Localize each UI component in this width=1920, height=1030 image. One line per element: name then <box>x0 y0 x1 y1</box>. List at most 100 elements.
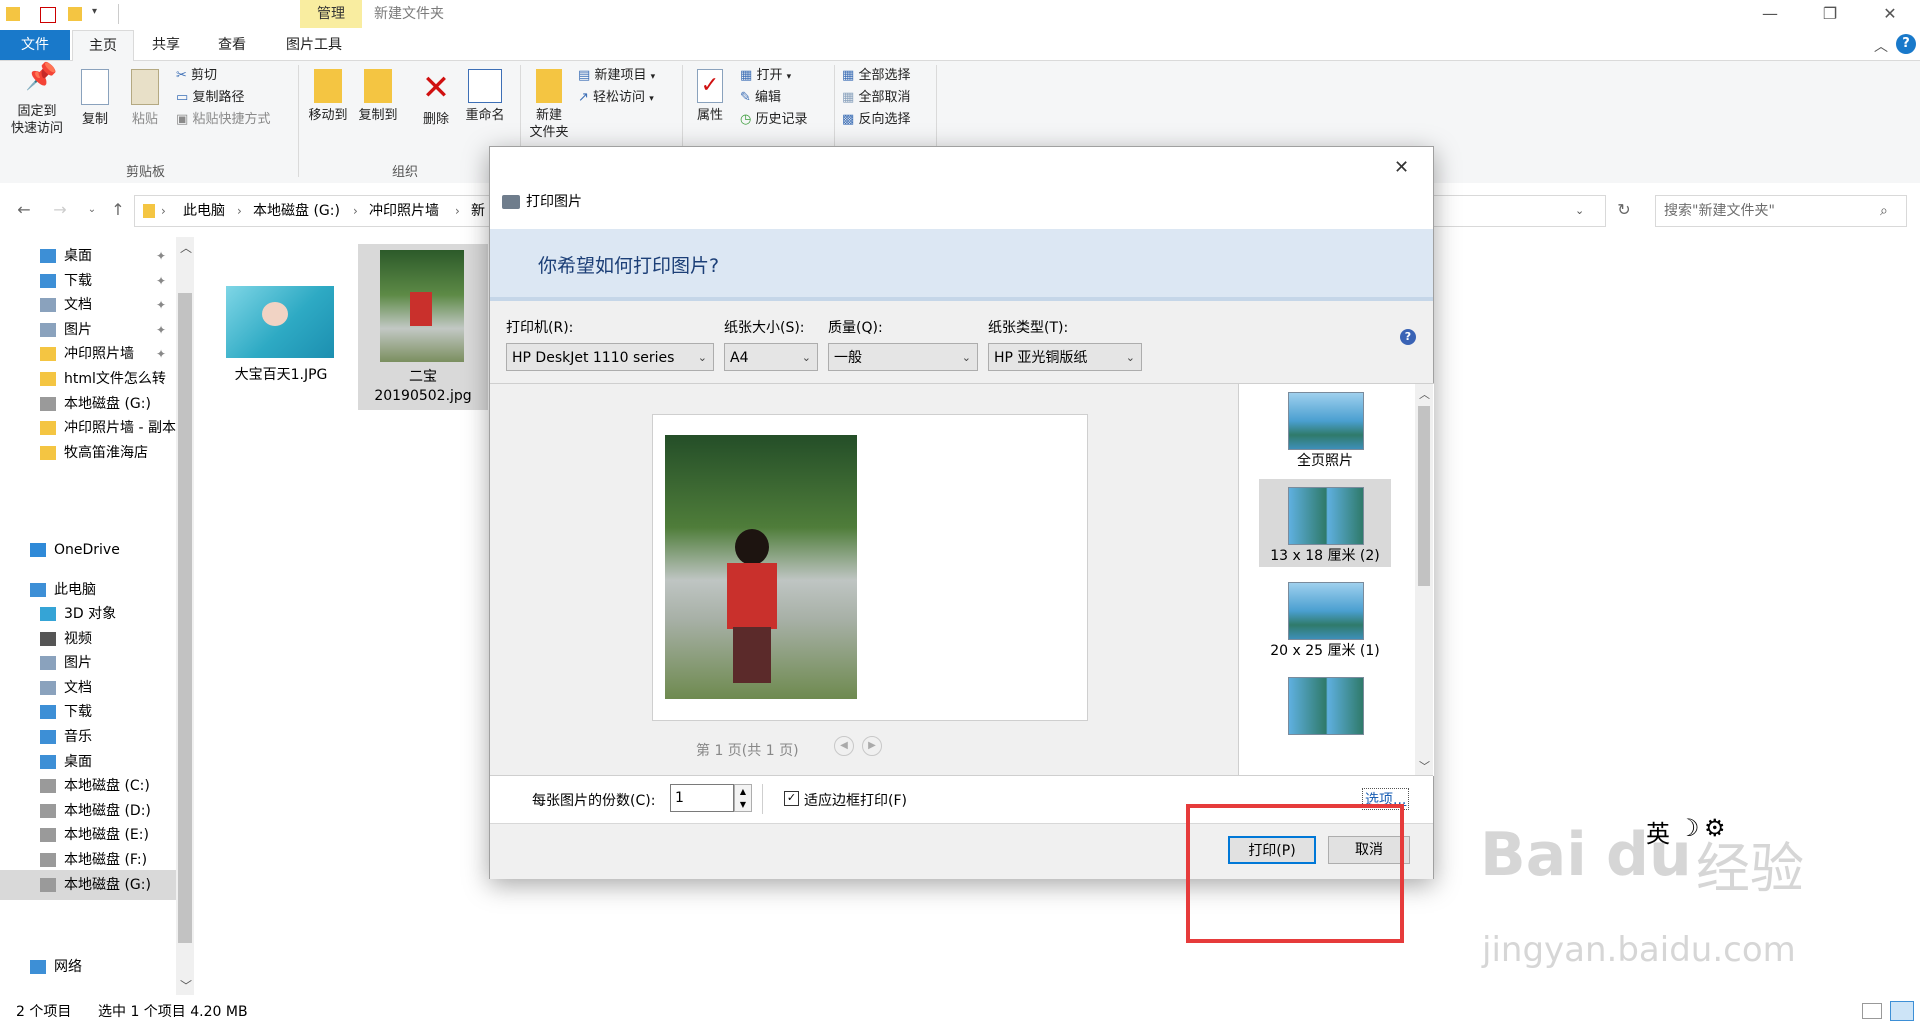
scroll-up-icon[interactable]: ︿ <box>180 239 192 256</box>
tab-home[interactable]: 主页 <box>72 30 134 61</box>
customize-qat-icon[interactable]: ▾ <box>92 6 97 17</box>
large-icons-view-icon[interactable] <box>1890 1001 1914 1021</box>
nav-scrollbar[interactable]: ︿ ﹀ <box>176 237 194 995</box>
copy-button[interactable]: 复制 <box>74 69 116 128</box>
file-name: 大宝百天1.JPG <box>234 367 328 383</box>
layout-13x18[interactable]: 13 x 18 厘米 (2) <box>1259 479 1391 567</box>
back-arrow-icon[interactable]: ← <box>12 199 36 221</box>
photo-thumbnail <box>226 286 334 358</box>
nav-quick-1-icon <box>40 273 56 288</box>
close-window-button[interactable]: ✕ <box>1860 0 1920 28</box>
edit-button[interactable]: ✎ 编辑 <box>740 87 781 109</box>
two-up-thumbnail <box>1288 677 1364 735</box>
selection-info: 选中 1 个项目 4.20 MB <box>98 1004 248 1020</box>
history-label: 历史记录 <box>755 112 808 127</box>
copy-to-button[interactable]: 复制到 <box>354 69 402 124</box>
fit-checkbox[interactable]: ✓ <box>784 791 799 806</box>
layout-scrollbar[interactable]: ︿ ﹀ <box>1415 384 1433 776</box>
delete-label: 删除 <box>422 112 449 127</box>
scroll-up-icon[interactable]: ︿ <box>1419 386 1430 402</box>
paper-size-select[interactable]: A4 ⌄ <box>724 343 818 371</box>
rename-button[interactable]: 重命名 <box>460 69 510 124</box>
recent-chevron-down-icon[interactable]: ⌄ <box>80 199 104 221</box>
copies-label: 每张图片的份数(C): <box>532 793 656 809</box>
collapse-ribbon-icon[interactable]: ︿ <box>1874 36 1888 56</box>
tab-file[interactable]: 文件 <box>0 30 70 60</box>
scrollbar-thumb[interactable] <box>1418 406 1430 586</box>
child-head-shape <box>735 529 769 565</box>
details-view-icon[interactable] <box>1862 1003 1882 1019</box>
minimize-button[interactable]: — <box>1740 0 1800 28</box>
breadcrumb-separator-icon[interactable]: › <box>353 196 358 226</box>
open-button[interactable]: ▦ 打开 ▾ <box>740 65 791 87</box>
breadcrumb-separator-icon[interactable]: › <box>455 196 460 226</box>
search-box[interactable]: 搜索"新建文件夹" ⌕ <box>1655 195 1907 227</box>
nav-pc-7-icon <box>40 779 56 794</box>
breadcrumb-new-folder[interactable]: 新 <box>471 196 485 226</box>
scrollbar-thumb[interactable] <box>178 293 192 943</box>
printer-select[interactable]: HP DeskJet 1110 series ⌄ <box>506 343 714 371</box>
layout-20x25[interactable]: 20 x 25 厘米 (1) <box>1259 574 1391 662</box>
breadcrumb-photo-wall[interactable]: 冲印照片墙 <box>369 196 439 226</box>
new-item-label: 新建项目 <box>594 68 647 83</box>
new-folder-qat-icon[interactable] <box>68 7 82 21</box>
tab-share[interactable]: 共享 <box>136 30 196 60</box>
file-item-erbao[interactable]: 二宝 20190502.jpg <box>358 244 488 410</box>
scroll-down-icon[interactable]: ﹀ <box>180 977 192 994</box>
maximize-button[interactable]: ❐ <box>1800 0 1860 28</box>
invert-selection-icon: ▩ <box>842 112 855 127</box>
nav-item-onedrive[interactable]: OneDrive <box>0 535 176 565</box>
breadcrumb-separator-icon[interactable]: › <box>237 196 242 226</box>
address-dropdown-chevron-icon[interactable]: ⌄ <box>1575 196 1584 226</box>
properties-check-icon[interactable] <box>40 7 56 23</box>
copy-path-button[interactable]: ▭ 复制路径 <box>176 87 244 109</box>
context-tab-manage[interactable]: 管理 <box>300 0 362 28</box>
tab-picture-tools[interactable]: 图片工具 <box>272 30 356 60</box>
next-page-icon[interactable]: ▶ <box>862 736 882 756</box>
properties-button[interactable]: ✓ 属性 <box>688 69 732 124</box>
cut-button[interactable]: ✂ 剪切 <box>176 65 217 87</box>
folder-icon <box>6 7 20 21</box>
tab-view[interactable]: 查看 <box>202 30 262 60</box>
edit-label: 编辑 <box>755 90 782 105</box>
new-folder-button[interactable]: 新建 文件夹 <box>524 69 574 141</box>
copies-stepper[interactable]: ▲ ▼ <box>734 784 752 812</box>
paper-type-select[interactable]: HP 亚光铜版纸 ⌄ <box>988 343 1142 371</box>
scroll-down-icon[interactable]: ﹀ <box>1419 758 1430 774</box>
forward-arrow-icon[interactable]: → <box>48 199 72 221</box>
nav-item-network[interactable]: 网络 <box>0 952 176 982</box>
delete-button[interactable]: ✕ 删除 <box>416 69 456 128</box>
nav-item-pc-11[interactable]: 本地磁盘 (G:) <box>0 869 176 900</box>
breadcrumb-this-pc[interactable]: 此电脑 <box>183 196 225 226</box>
search-icon[interactable]: ⌕ <box>1880 196 1888 226</box>
select-none-button[interactable]: ▦ 全部取消 <box>842 87 910 109</box>
dialog-help-icon[interactable]: ? <box>1400 329 1416 345</box>
paper-type-label: 纸张类型(T): <box>988 320 1069 336</box>
search-placeholder[interactable]: 搜索"新建文件夹" <box>1664 196 1775 226</box>
new-item-button[interactable]: ▤ 新建项目 ▾ <box>578 65 655 87</box>
invert-selection-button[interactable]: ▩ 反向选择 <box>842 109 910 131</box>
layout-full-page[interactable]: 全页照片 <box>1259 384 1391 472</box>
file-name-line-1: 二宝 <box>409 369 437 385</box>
file-item-dabao[interactable]: 大宝百天1.JPG <box>216 244 346 410</box>
breadcrumb-drive-g[interactable]: 本地磁盘 (G:) <box>253 196 340 226</box>
refresh-icon[interactable]: ↻ <box>1612 199 1636 221</box>
select-all-button[interactable]: ▦ 全部选择 <box>842 65 910 87</box>
paste-button[interactable]: 粘贴 <box>124 69 166 128</box>
pin-quick-access-button[interactable]: 📌 固定到 快速访问 <box>6 64 68 137</box>
fit-label[interactable]: 适应边框打印(F) <box>804 790 907 810</box>
prev-page-icon[interactable]: ◀ <box>834 736 854 756</box>
layout-more[interactable] <box>1259 669 1391 757</box>
paste-shortcut-button[interactable]: ▣ 粘贴快捷方式 <box>176 109 270 131</box>
easy-access-button[interactable]: ↗ 轻松访问 ▾ <box>578 87 654 109</box>
dialog-close-icon[interactable]: ✕ <box>1394 157 1409 178</box>
quality-select[interactable]: 一般 ⌄ <box>828 343 978 371</box>
nav-item-quick-8[interactable]: 牧高笛淮海店 <box>0 438 176 468</box>
up-arrow-icon[interactable]: ↑ <box>106 199 130 221</box>
move-to-button[interactable]: 移动到 <box>304 69 352 124</box>
copies-input[interactable]: 1 <box>670 784 734 812</box>
dialog-header: 你希望如何打印图片? <box>490 229 1433 301</box>
help-icon[interactable]: ? <box>1896 34 1916 54</box>
history-button[interactable]: ◷ 历史记录 <box>740 109 808 131</box>
history-icon: ◷ <box>740 112 752 127</box>
